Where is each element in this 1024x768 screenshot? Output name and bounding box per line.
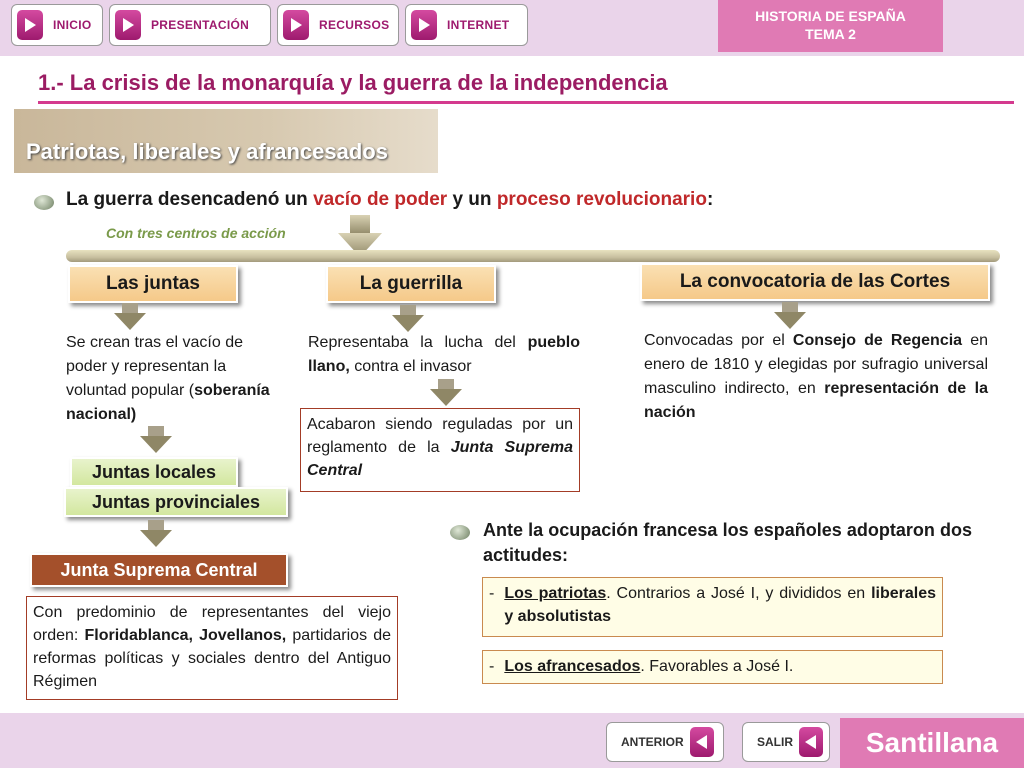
tag-juntas-locales: Juntas locales bbox=[70, 457, 238, 487]
nav-presentacion-label: PRESENTACIÓN bbox=[151, 18, 250, 32]
nav-internet-button[interactable]: INTERNET bbox=[405, 4, 528, 46]
course-unit: TEMA 2 bbox=[805, 26, 856, 42]
guerrilla-description: Representaba la lucha del pueblo llano, … bbox=[308, 331, 580, 379]
junta-central-names: Floridablanca, Jovellanos, bbox=[84, 627, 287, 644]
juntas-description: Se crean tras el vacío de poder y repres… bbox=[66, 331, 288, 427]
patriotas-row: - Los patriotas. Contrarios a José I, y … bbox=[489, 582, 936, 628]
intro-highlight-vacio: vacío de poder bbox=[313, 189, 448, 210]
salir-button[interactable]: SALIR bbox=[742, 722, 830, 762]
actitudes-intro: Ante la ocupación francesa los españoles… bbox=[483, 520, 972, 565]
afrancesados-dash: - bbox=[489, 658, 495, 675]
anterior-label: ANTERIOR bbox=[621, 735, 684, 749]
arrow-down-icon bbox=[140, 426, 172, 453]
tag-juntas-provinciales: Juntas provinciales bbox=[64, 487, 288, 517]
santillana-logo: Santillana bbox=[840, 718, 1024, 768]
play-icon bbox=[115, 10, 141, 40]
arrow-down-icon bbox=[392, 305, 424, 332]
arrow-down-icon bbox=[774, 302, 806, 329]
cortes-bold-1: Consejo de Regencia bbox=[792, 332, 963, 349]
patriotas-text: . Contrarios a José I, y divididos en bbox=[606, 585, 872, 602]
anterior-button[interactable]: ANTERIOR bbox=[606, 722, 724, 762]
patriotas-box: - Los patriotas. Contrarios a José I, y … bbox=[482, 577, 943, 637]
intro-post: : bbox=[706, 189, 714, 210]
arrow-down-icon bbox=[114, 303, 146, 330]
guerrilla-text-end: contra el invasor bbox=[349, 358, 472, 375]
cortes-text-1: Convocadas por el bbox=[644, 332, 793, 349]
arrow-down-icon bbox=[430, 379, 462, 406]
salir-label: SALIR bbox=[757, 735, 793, 749]
guerrilla-regulation-box: Acabaron siendo reguladas por un reglame… bbox=[300, 408, 580, 492]
section-banner: Patriotas, liberales y afrancesados bbox=[14, 109, 438, 173]
cortes-description: Convocadas por el Consejo de Regencia en… bbox=[644, 329, 988, 425]
afrancesados-row: - Los afrancesados. Favorables a José I. bbox=[489, 655, 936, 678]
guerrilla-text: Representaba la lucha del bbox=[308, 334, 528, 351]
nav-recursos-label: RECURSOS bbox=[319, 18, 390, 32]
play-icon bbox=[411, 10, 437, 40]
junta-central-description: Con predominio de representantes del vie… bbox=[26, 596, 398, 700]
nav-inicio-label: INICIO bbox=[53, 18, 92, 32]
back-arrow-icon bbox=[689, 727, 714, 757]
bullet-icon bbox=[34, 195, 54, 210]
section-title: Patriotas, liberales y afrancesados bbox=[26, 139, 388, 164]
nav-internet-label: INTERNET bbox=[447, 18, 510, 32]
tag-la-guerrilla: La guerrilla bbox=[326, 265, 496, 303]
afrancesados-box: - Los afrancesados. Favorables a José I. bbox=[482, 650, 943, 684]
intro-mid: y un bbox=[447, 189, 497, 210]
page-title: 1.- La crisis de la monarquía y la guerr… bbox=[38, 70, 668, 95]
back-arrow-icon bbox=[799, 727, 823, 757]
tag-convocatoria-cortes: La convocatoria de las Cortes bbox=[640, 263, 990, 301]
nav-presentacion-button[interactable]: PRESENTACIÓN bbox=[109, 4, 271, 46]
nav-recursos-button[interactable]: RECURSOS bbox=[277, 4, 399, 46]
afrancesados-text: . Favorables a José I. bbox=[640, 658, 794, 675]
intro-pre: La guerra desencadenó un bbox=[66, 189, 314, 210]
bullet-icon bbox=[450, 525, 470, 540]
patriotas-dash: - bbox=[489, 585, 495, 602]
course-title: HISTORIA DE ESPAÑA bbox=[755, 8, 906, 24]
tag-las-juntas: Las juntas bbox=[68, 265, 238, 303]
intro-highlight-proceso: proceso revolucionario bbox=[496, 189, 707, 210]
patriotas-label: Los patriotas bbox=[504, 585, 607, 602]
play-icon bbox=[283, 10, 309, 40]
course-brand: HISTORIA DE ESPAÑA TEMA 2 bbox=[718, 0, 943, 52]
play-icon bbox=[17, 10, 43, 40]
branch-bar bbox=[66, 250, 1000, 262]
subnote: Con tres centros de acción bbox=[106, 225, 286, 241]
arrow-down-icon bbox=[140, 520, 172, 547]
afrancesados-label: Los afrancesados bbox=[504, 658, 641, 675]
title-divider bbox=[38, 101, 1014, 104]
tag-junta-suprema-central: Junta Suprema Central bbox=[30, 553, 288, 587]
nav-inicio-button[interactable]: INICIO bbox=[11, 4, 103, 46]
intro-text: La guerra desencadenó un vacío de poder … bbox=[66, 189, 713, 211]
